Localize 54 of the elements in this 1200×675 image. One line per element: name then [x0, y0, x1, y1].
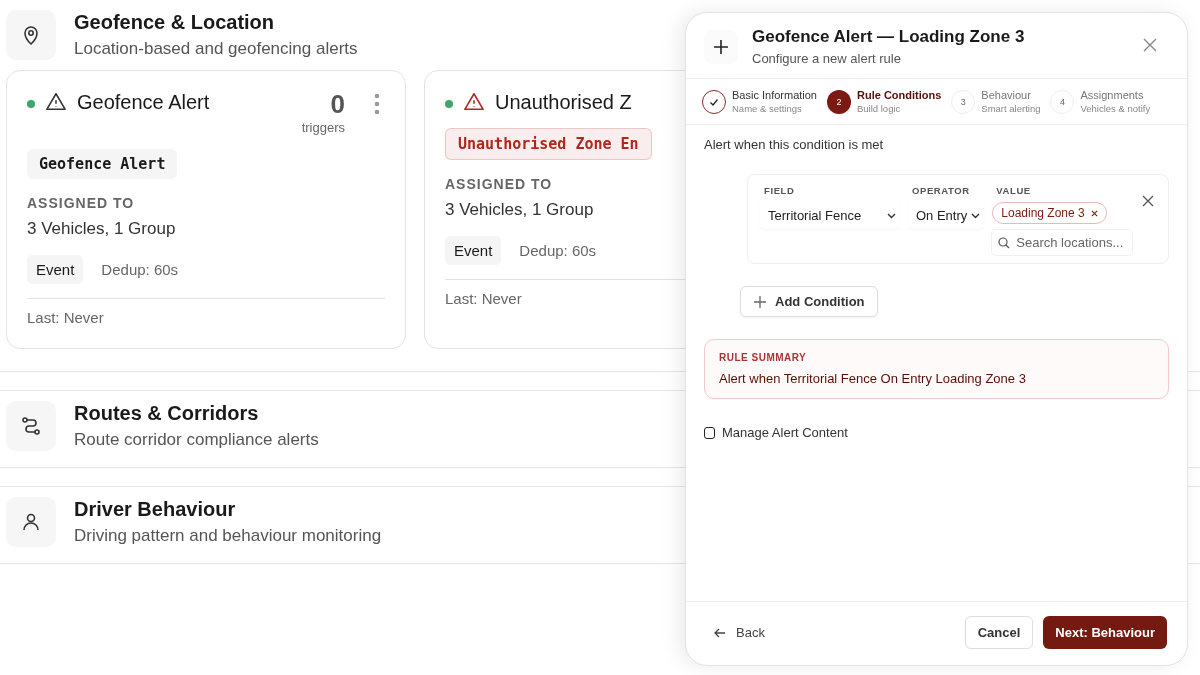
alert-name: Unauthorised Z — [495, 91, 632, 114]
dedup-text: Dedup: 60s — [519, 242, 597, 259]
route-icon — [19, 414, 43, 438]
wizard-step[interactable]: Basic Information Name & settings — [702, 89, 817, 114]
value-label: VALUE — [995, 185, 1032, 196]
last-triggered: Last: Never — [27, 309, 104, 326]
plus-icon — [713, 38, 729, 55]
checkbox-label: Manage Alert Content — [722, 425, 848, 440]
assigned-value: 3 Vehicles, 1 Group — [445, 200, 594, 220]
plus-icon — [753, 294, 767, 309]
add-condition-button[interactable]: Add Condition — [740, 286, 878, 317]
dialog-title: Geofence Alert — Loading Zone 3 — [752, 27, 1026, 47]
alert-tag: Unauthorised Zone En — [445, 128, 652, 160]
field-label: FIELD — [763, 185, 796, 196]
next-button[interactable]: Next: Behaviour — [1043, 616, 1167, 649]
assigned-label: ASSIGNED TO — [27, 195, 135, 211]
last-triggered: Last: Never — [445, 290, 522, 307]
wizard-step[interactable]: 2 Rule Conditions Build logic — [827, 89, 942, 114]
type-tag: Event — [27, 255, 84, 284]
checkbox[interactable] — [704, 426, 715, 439]
summary-label: RULE SUMMARY — [719, 352, 808, 363]
dialog-subtitle: Configure a new alert rule — [752, 51, 902, 66]
search-icon — [998, 236, 1011, 249]
type-tag: Event — [445, 236, 502, 265]
more-icon[interactable] — [373, 93, 381, 115]
condition-intro: Alert when this condition is met — [704, 137, 885, 152]
arrow-left-icon — [714, 626, 726, 639]
section-subtitle: Location-based and geofencing alerts — [74, 39, 358, 59]
operator-label: OPERATOR — [911, 185, 971, 196]
section-title: Routes & Corridors — [74, 402, 260, 425]
section-title: Driver Behaviour — [74, 498, 237, 521]
cancel-button[interactable]: Cancel — [964, 616, 1034, 649]
trigger-count: 0 — [330, 89, 345, 120]
remove-condition-button[interactable] — [1142, 195, 1154, 207]
remove-icon[interactable] — [1090, 209, 1098, 217]
alert-tag: Geofence Alert — [27, 149, 178, 179]
field-select[interactable]: Territorial Fence — [760, 202, 900, 229]
chevron-down-icon — [887, 211, 896, 220]
section-title: Geofence & Location — [74, 11, 276, 34]
assigned-label: ASSIGNED TO — [445, 176, 553, 192]
check-icon — [709, 96, 719, 107]
alert-name: Geofence Alert — [77, 91, 210, 114]
summary-text: Alert when Territorial Fence On Entry Loading Zone 3 — [719, 371, 1027, 386]
section-subtitle: Driving pattern and behaviour monitoring — [74, 526, 382, 546]
dedup-text: Dedup: 60s — [101, 261, 179, 278]
operator-select[interactable]: On Entry — [908, 202, 985, 229]
wizard-step[interactable]: 4 Assignments Vehicles & notify — [1050, 89, 1151, 114]
trigger-label: triggers — [301, 120, 345, 135]
chevron-down-icon — [971, 211, 981, 220]
value-chip[interactable]: Loading Zone 3 — [992, 202, 1107, 224]
assigned-value: 3 Vehicles, 1 Group — [27, 219, 176, 239]
wizard-step[interactable]: 3 Behaviour Smart alerting — [951, 89, 1041, 114]
back-button[interactable]: Back — [714, 619, 765, 646]
section-subtitle: Route corridor compliance alerts — [74, 430, 319, 450]
